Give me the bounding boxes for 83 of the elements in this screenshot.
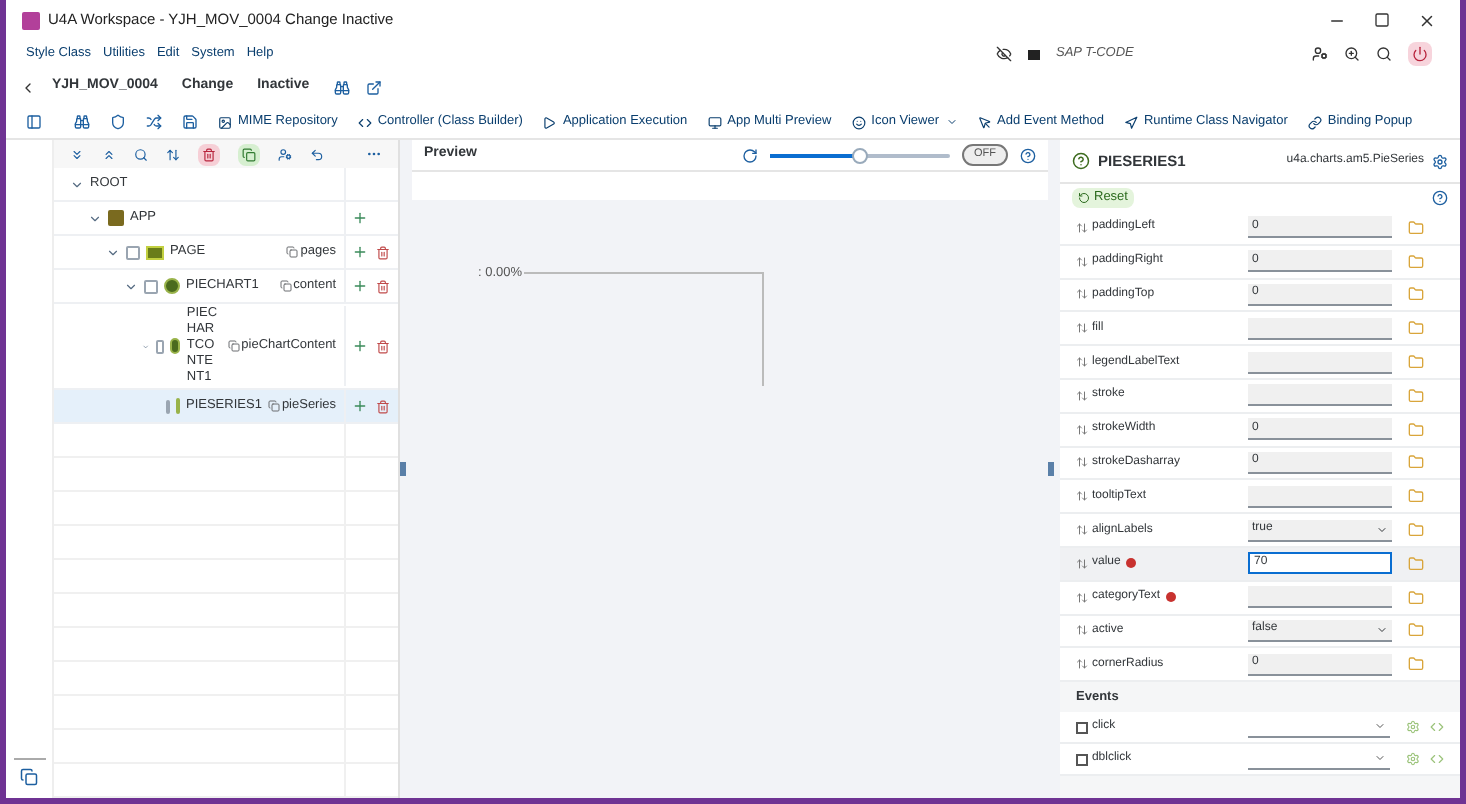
expand-icon[interactable] [70,177,84,191]
caret-icon [1376,523,1388,536]
binding-icon[interactable] [1076,389,1088,402]
delete-icon[interactable] [376,399,390,413]
refresh-icon[interactable] [742,147,758,163]
property-field[interactable] [1248,384,1392,407]
link-icon [1307,115,1322,129]
aggregation-icon [286,246,299,258]
binding-icon[interactable] [1076,591,1088,604]
code-icon [357,115,372,129]
flag-icon[interactable] [1028,49,1040,59]
caret-icon [1374,720,1387,733]
hidden-icon[interactable] [996,46,1012,62]
power-button[interactable] [1408,42,1432,66]
property-field[interactable] [1248,351,1392,374]
add-icon[interactable] [352,398,368,414]
back-icon[interactable] [20,79,36,95]
binding-icon[interactable] [1076,524,1088,537]
delete-icon[interactable] [376,279,390,293]
panel-icon[interactable] [26,114,42,130]
copy-button[interactable] [238,143,260,165]
expand-icon[interactable] [88,211,102,225]
settings-icon[interactable] [1432,153,1448,169]
windows-icon[interactable] [20,768,38,786]
binding-icon[interactable] [1076,221,1088,234]
pointer-icon [977,115,991,129]
search-icon[interactable] [1376,46,1392,62]
add-icon[interactable] [352,244,368,260]
binding-icon[interactable] [1076,255,1088,268]
binding-icon[interactable] [1076,288,1088,301]
property-field[interactable] [1248,586,1392,609]
navigation-icon [1123,115,1138,129]
play-icon [542,115,557,129]
shuffle-icon[interactable] [146,114,162,130]
zoom-icon[interactable] [1344,46,1360,62]
binding-icon[interactable] [1076,423,1088,436]
binding-icon[interactable] [1076,456,1088,469]
maximize-icon[interactable] [1374,12,1390,28]
splitter-handle[interactable] [400,462,406,476]
user-icon[interactable] [278,147,292,161]
reset-icon [1078,192,1090,204]
expand-all-icon[interactable] [70,147,84,161]
aggregation-icon [279,280,292,292]
expand-icon[interactable] [124,279,138,293]
delete-icon[interactable] [376,339,390,353]
delete-button[interactable] [198,143,220,165]
binding-icon[interactable] [1076,658,1088,671]
collapse-all-icon[interactable] [102,147,116,161]
property-field[interactable] [1248,485,1392,508]
image-icon [218,115,232,129]
expand-icon[interactable] [106,245,120,259]
binding-icon[interactable] [1076,557,1088,570]
aggregation-icon [227,340,240,352]
property-field[interactable] [1248,317,1392,340]
binding-icon[interactable] [1076,490,1088,503]
shield-icon[interactable] [110,114,126,130]
app-icon [108,210,124,226]
add-icon[interactable] [352,338,368,354]
binding-icon[interactable] [1076,356,1088,369]
add-icon[interactable] [352,278,368,294]
user-icon[interactable] [1312,46,1328,62]
add-icon[interactable] [352,210,368,226]
external-link-icon[interactable] [365,79,382,95]
binding-icon[interactable] [1076,322,1088,335]
save-icon[interactable] [182,114,198,130]
delete-icon[interactable] [376,245,390,259]
aggregation-icon [267,400,280,412]
binoculars-icon[interactable] [74,114,90,130]
page-icon [146,245,164,259]
control-icon [1072,152,1090,170]
undo-icon[interactable] [310,147,324,161]
caret-icon [1376,623,1388,636]
caret-icon [1374,752,1387,765]
app-logo-icon [22,11,40,29]
monitor-icon [707,115,722,129]
event-checkbox[interactable] [1076,753,1088,766]
binding-icon[interactable] [1076,624,1088,637]
close-icon[interactable] [1418,11,1436,29]
binoculars-icon[interactable] [333,79,350,95]
splitter-handle[interactable] [1048,462,1054,476]
smiley-icon [851,115,866,129]
sort-icon[interactable] [166,147,180,161]
event-checkbox[interactable] [1076,721,1088,734]
